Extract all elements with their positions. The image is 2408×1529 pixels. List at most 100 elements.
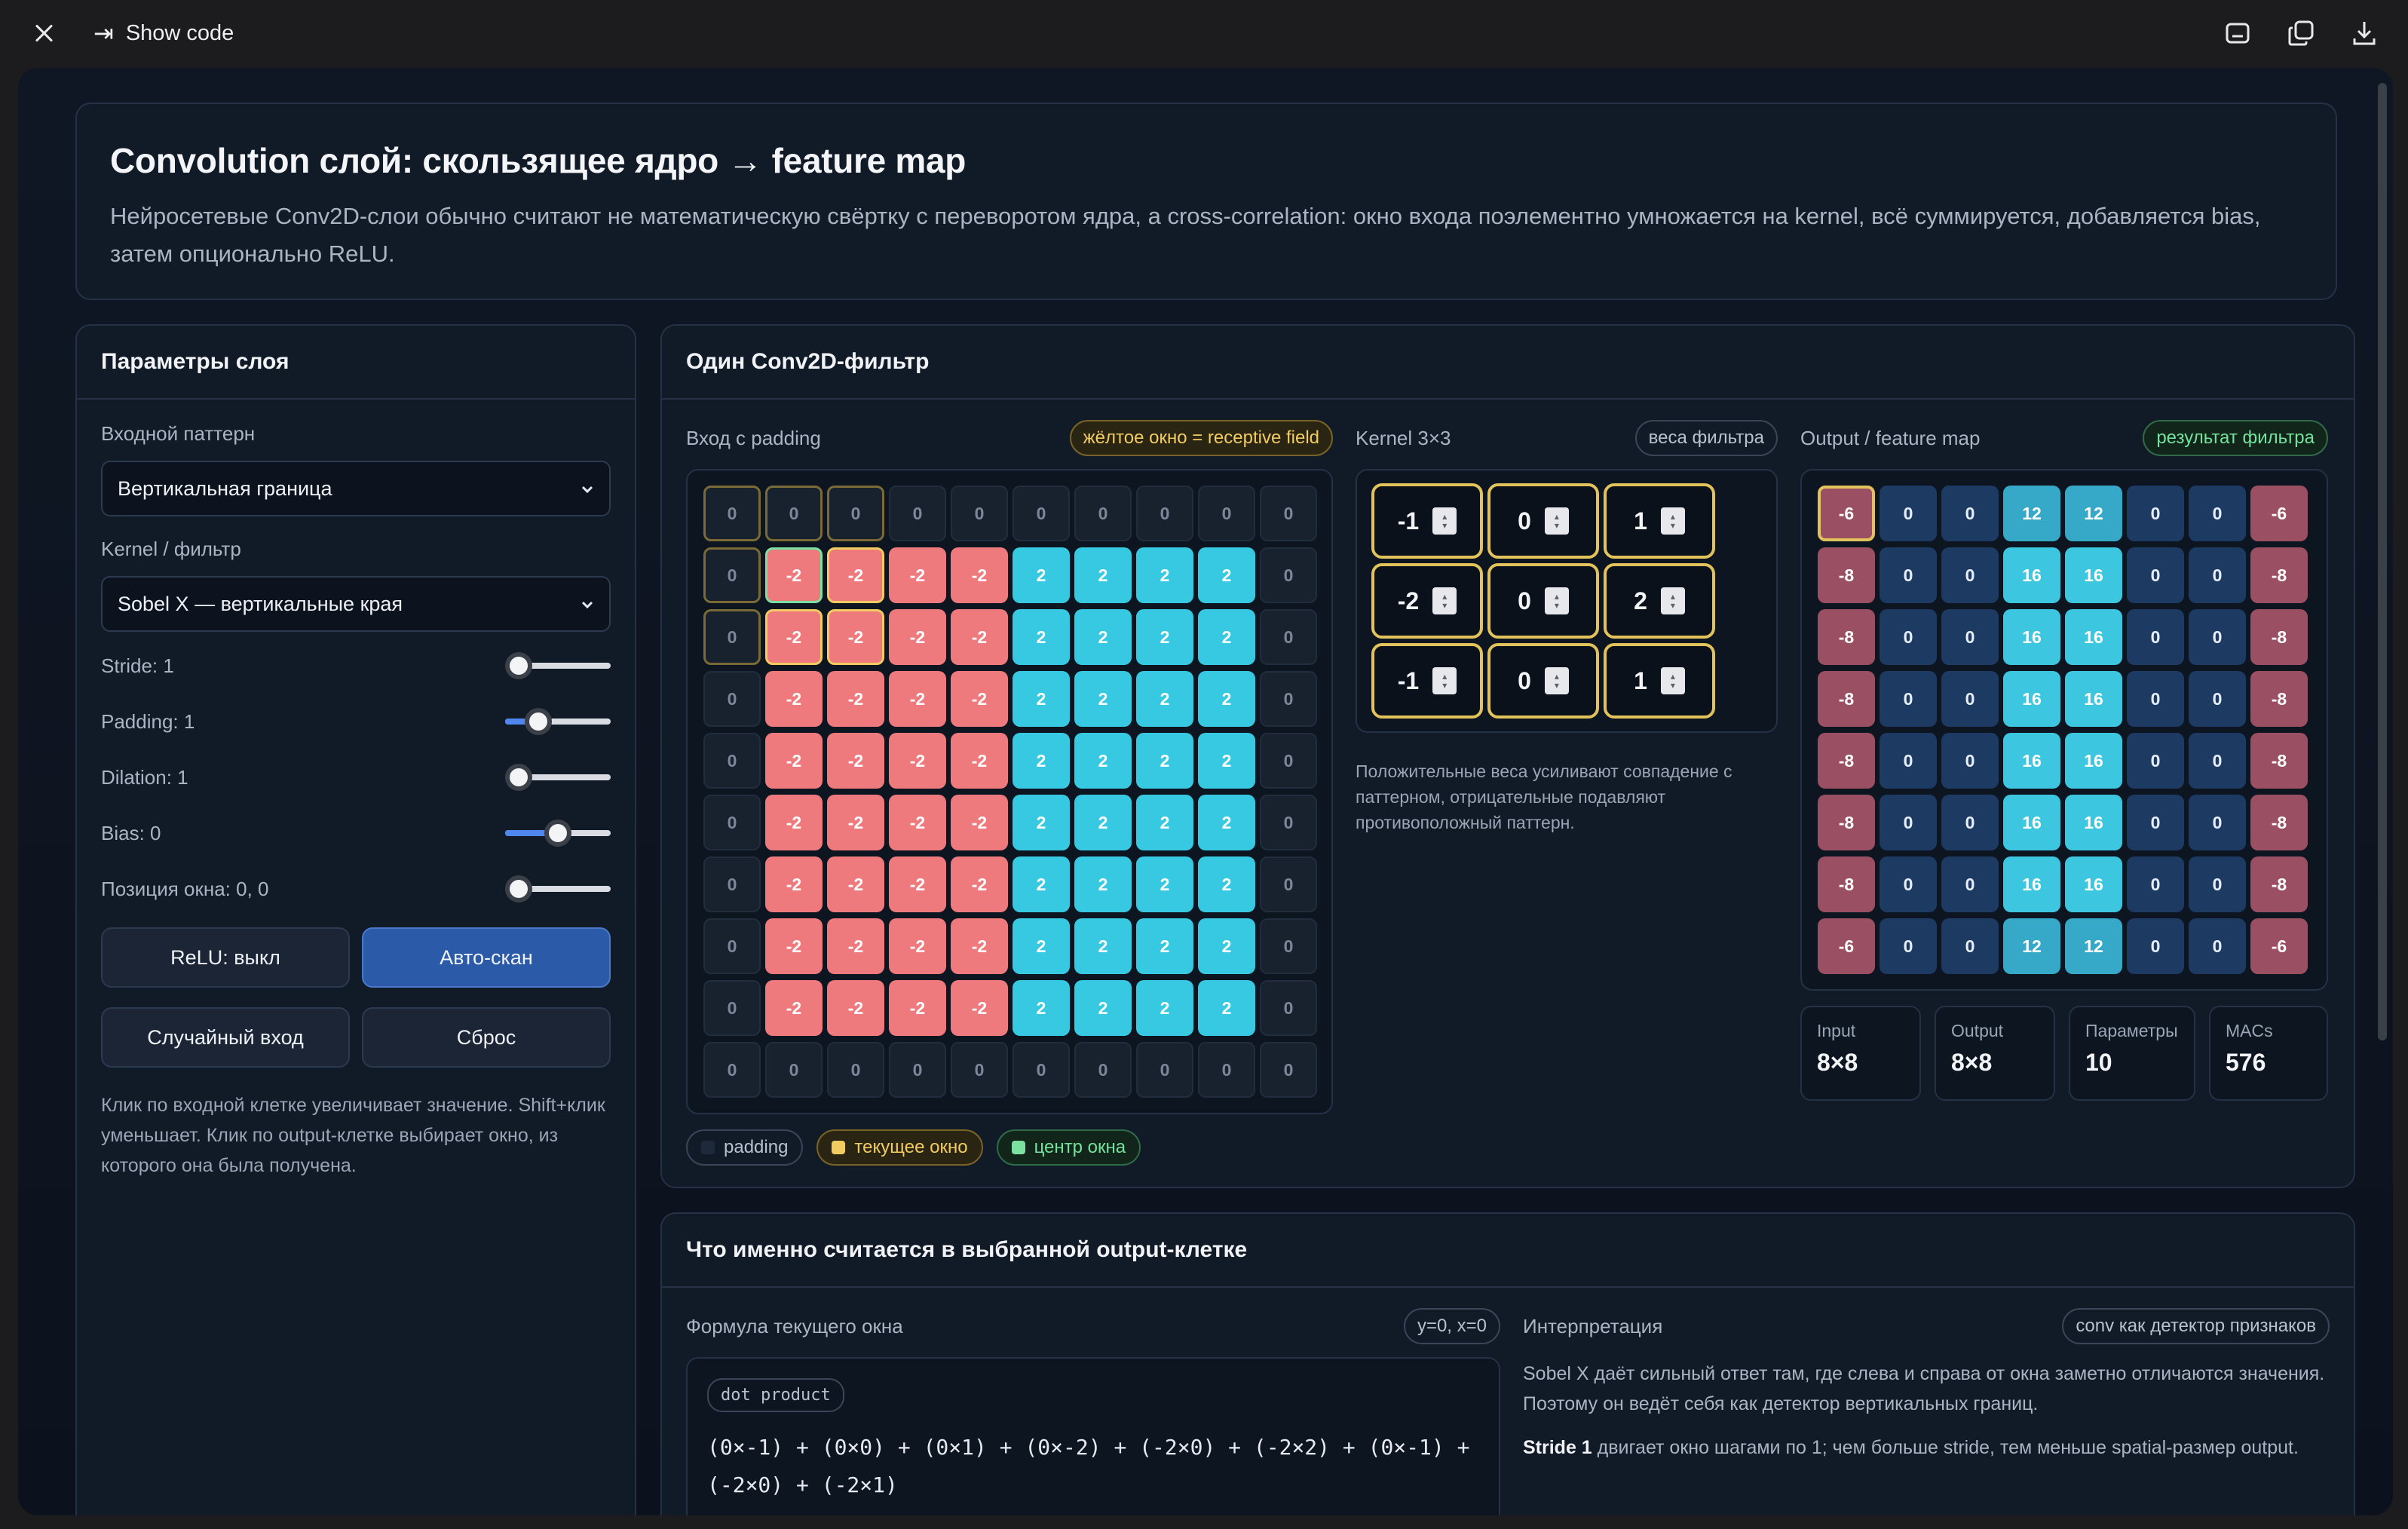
input-cell[interactable]: -2: [887, 668, 948, 730]
input-cell[interactable]: -2: [763, 544, 825, 606]
output-cell[interactable]: -8: [1815, 853, 1877, 915]
input-cell[interactable]: 2: [1134, 977, 1196, 1039]
input-cell[interactable]: -2: [825, 730, 887, 792]
input-cell[interactable]: 2: [1196, 544, 1258, 606]
padding-cell[interactable]: 0: [887, 1039, 948, 1101]
output-cell[interactable]: 0: [2125, 606, 2186, 668]
padding-cell[interactable]: 0: [825, 483, 887, 544]
input-cell[interactable]: 2: [1134, 792, 1196, 853]
slider-knob[interactable]: [544, 820, 571, 847]
padding-cell[interactable]: 0: [1010, 1039, 1072, 1101]
output-cell[interactable]: 0: [2186, 853, 2248, 915]
pattern-select[interactable]: Вертикальная граница: [101, 461, 611, 516]
padding-cell[interactable]: 0: [701, 730, 763, 792]
padding-cell[interactable]: 0: [1258, 853, 1319, 915]
input-cell[interactable]: 2: [1010, 915, 1072, 977]
kernel-weight-input[interactable]: 2 ▴ ▾: [1604, 563, 1715, 639]
output-cell[interactable]: 16: [2063, 606, 2125, 668]
kernel-weight-input[interactable]: 0 ▴ ▾: [1487, 643, 1599, 719]
kernel-select[interactable]: Sobel X — вертикальные края: [101, 576, 611, 632]
output-cell[interactable]: 16: [2063, 544, 2125, 606]
output-cell[interactable]: 16: [2063, 853, 2125, 915]
output-cell[interactable]: 0: [1877, 483, 1939, 544]
padding-cell[interactable]: 0: [1196, 483, 1258, 544]
padding-cell[interactable]: 0: [1258, 1039, 1319, 1101]
input-cell[interactable]: -2: [887, 544, 948, 606]
output-cell[interactable]: 0: [2186, 483, 2248, 544]
output-cell[interactable]: 0: [2125, 792, 2186, 853]
output-cell[interactable]: -8: [1815, 668, 1877, 730]
input-cell[interactable]: -2: [887, 915, 948, 977]
padding-cell[interactable]: 0: [1134, 483, 1196, 544]
output-cell[interactable]: -6: [2248, 483, 2310, 544]
output-cell[interactable]: 0: [2125, 915, 2186, 977]
output-cell[interactable]: 0: [1877, 544, 1939, 606]
padding-cell[interactable]: 0: [763, 1039, 825, 1101]
output-cell[interactable]: 0: [2125, 730, 2186, 792]
input-cell[interactable]: 2: [1196, 606, 1258, 668]
output-cell[interactable]: 0: [1939, 668, 2001, 730]
output-cell[interactable]: -8: [2248, 853, 2310, 915]
input-cell[interactable]: -2: [825, 668, 887, 730]
padding-cell[interactable]: 0: [1072, 483, 1134, 544]
output-cell[interactable]: 0: [2186, 606, 2248, 668]
padding-cell[interactable]: 0: [1258, 606, 1319, 668]
padding-cell[interactable]: 0: [1072, 1039, 1134, 1101]
show-code-button[interactable]: ⇥ Show code: [93, 21, 234, 46]
close-icon[interactable]: [29, 18, 59, 48]
slider-knob[interactable]: [525, 708, 552, 735]
output-cell[interactable]: 12: [2063, 915, 2125, 977]
padding-cell[interactable]: 0: [1196, 1039, 1258, 1101]
kernel-weight-input[interactable]: -1 ▴ ▾: [1371, 483, 1483, 559]
output-cell[interactable]: 0: [2186, 668, 2248, 730]
input-cell[interactable]: -2: [825, 977, 887, 1039]
padding-cell[interactable]: 0: [701, 544, 763, 606]
output-cell[interactable]: 16: [2063, 792, 2125, 853]
slider-knob[interactable]: [505, 764, 532, 791]
output-cell[interactable]: 0: [2186, 915, 2248, 977]
output-cell[interactable]: 0: [1939, 730, 2001, 792]
download-icon[interactable]: [2349, 18, 2379, 48]
output-cell[interactable]: -6: [1815, 483, 1877, 544]
output-cell[interactable]: 0: [1939, 853, 2001, 915]
output-cell[interactable]: 16: [2001, 544, 2063, 606]
input-cell[interactable]: -2: [887, 853, 948, 915]
padding-cell[interactable]: 0: [701, 915, 763, 977]
slider[interactable]: [505, 651, 611, 681]
output-cell[interactable]: 0: [1939, 606, 2001, 668]
input-cell[interactable]: -2: [948, 730, 1010, 792]
input-cell[interactable]: -2: [948, 606, 1010, 668]
input-cell[interactable]: -2: [825, 792, 887, 853]
input-cell[interactable]: -2: [825, 915, 887, 977]
output-cell[interactable]: 12: [2001, 915, 2063, 977]
input-cell[interactable]: 2: [1072, 606, 1134, 668]
input-cell[interactable]: 2: [1072, 915, 1134, 977]
padding-cell[interactable]: 0: [763, 483, 825, 544]
input-cell[interactable]: -2: [763, 668, 825, 730]
output-cell[interactable]: 16: [2063, 730, 2125, 792]
kernel-weight-input[interactable]: 0 ▴ ▾: [1487, 483, 1599, 559]
kernel-weight-input[interactable]: 1 ▴ ▾: [1604, 483, 1715, 559]
input-cell[interactable]: -2: [948, 977, 1010, 1039]
output-cell[interactable]: 0: [2186, 544, 2248, 606]
input-cell[interactable]: -2: [825, 544, 887, 606]
input-cell[interactable]: 2: [1134, 730, 1196, 792]
output-cell[interactable]: -8: [2248, 730, 2310, 792]
autoscan-button[interactable]: Авто-скан: [362, 927, 611, 988]
output-cell[interactable]: -8: [2248, 544, 2310, 606]
copy-icon[interactable]: [2286, 18, 2316, 48]
padding-cell[interactable]: 0: [1258, 792, 1319, 853]
output-cell[interactable]: -8: [2248, 668, 2310, 730]
padding-cell[interactable]: 0: [1010, 483, 1072, 544]
output-cell[interactable]: 0: [1877, 668, 1939, 730]
output-cell[interactable]: -8: [1815, 730, 1877, 792]
kernel-weight-input[interactable]: 1 ▴ ▾: [1604, 643, 1715, 719]
input-cell[interactable]: 2: [1010, 977, 1072, 1039]
stepper-icon[interactable]: ▴ ▾: [1660, 507, 1685, 535]
padding-cell[interactable]: 0: [825, 1039, 887, 1101]
padding-cell[interactable]: 0: [1258, 544, 1319, 606]
output-cell[interactable]: -8: [1815, 544, 1877, 606]
output-cell[interactable]: 12: [2001, 483, 2063, 544]
input-cell[interactable]: -2: [948, 544, 1010, 606]
input-cell[interactable]: 2: [1010, 853, 1072, 915]
